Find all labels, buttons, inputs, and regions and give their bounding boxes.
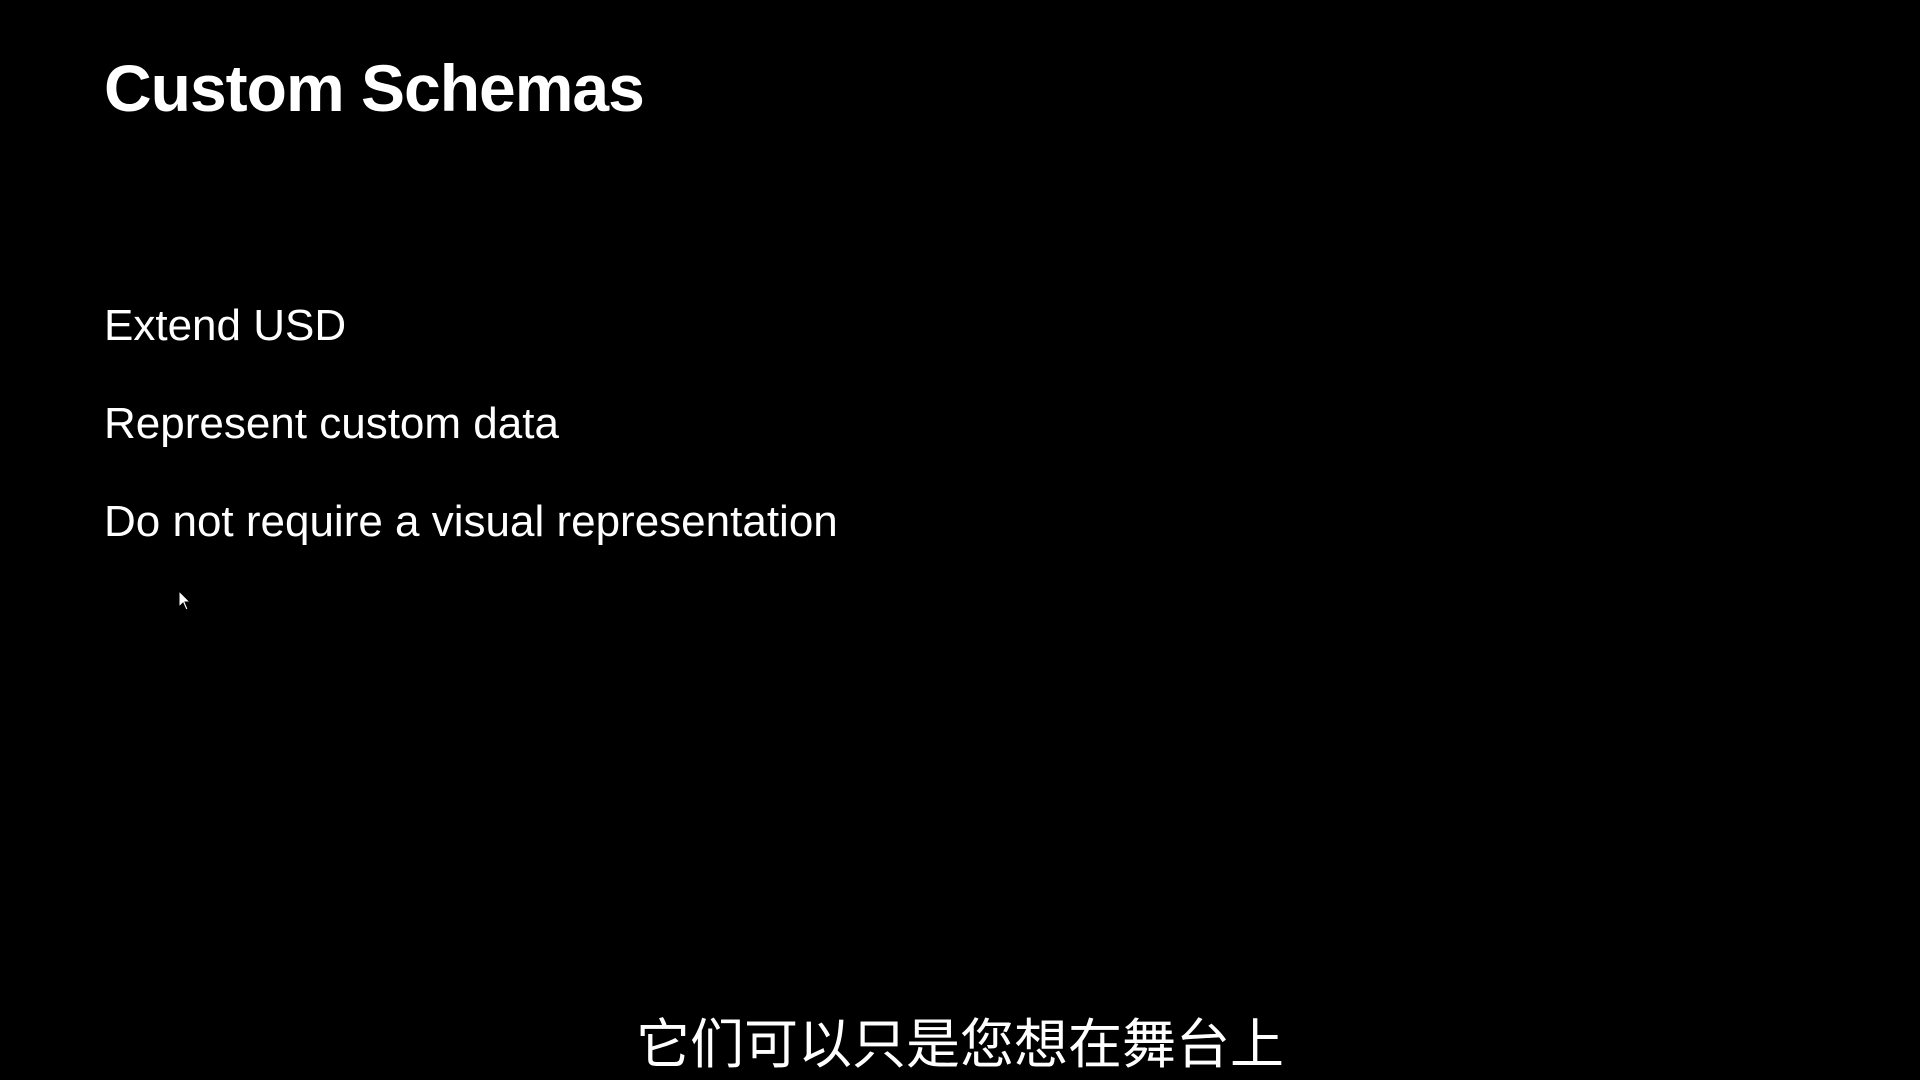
bullet-item-extend-usd: Extend USD bbox=[104, 301, 347, 350]
mouse-pointer-icon bbox=[178, 590, 192, 611]
bullet-list: Extend USD Represent custom data Do not … bbox=[104, 300, 838, 594]
slide-title: Custom Schemas bbox=[104, 51, 645, 125]
presentation-slide: Custom Schemas Extend USD Represent cust… bbox=[0, 0, 1920, 1080]
bullet-item-no-visual-representation: Do not require a visual representation bbox=[104, 497, 838, 546]
bullet-item-represent-custom-data: Represent custom data bbox=[104, 399, 559, 448]
video-subtitle-caption: 它们可以只是您想在舞台上 bbox=[636, 1013, 1284, 1076]
